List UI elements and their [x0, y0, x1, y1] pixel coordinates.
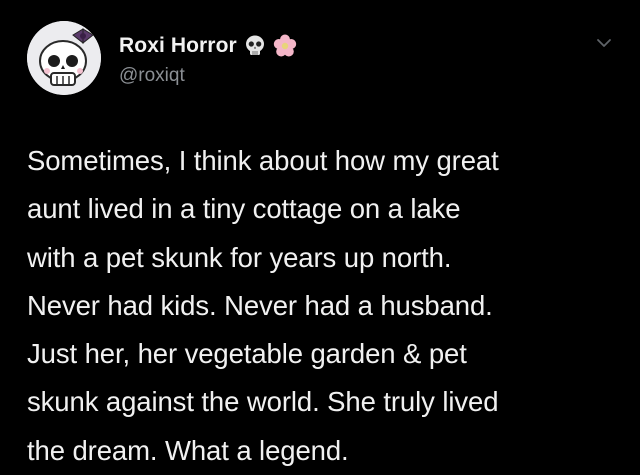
author-handle[interactable]: @roxiqt — [119, 65, 185, 87]
skull-avatar-icon — [27, 21, 101, 95]
tweet-text-line: with a pet skunk for years up north. — [27, 241, 452, 273]
tweet-card: Roxi Horror @roxiqt Sometimes, I think a… — [0, 0, 640, 466]
flower-emoji-icon — [273, 34, 297, 58]
tweet-text: Sometimes, I think about how my great au… — [27, 137, 627, 475]
tweet-text-line: aunt lived in a tiny cottage on a lake — [27, 193, 461, 225]
display-name[interactable]: Roxi Horror — [119, 34, 237, 58]
tweet-text-line: Just her, her vegetable garden & pet — [27, 338, 467, 370]
tweet-text-line: the dream. What a legend. — [27, 434, 349, 466]
avatar[interactable] — [27, 21, 101, 95]
tweet-text-line: Sometimes, I think about how my great — [27, 145, 499, 176]
chevron-down-icon[interactable] — [594, 33, 614, 53]
tweet-text-line: skunk against the world. She truly lived — [27, 386, 499, 418]
skull-emoji-icon — [243, 34, 267, 58]
tweet-text-line: Never had kids. Never had a husband. — [27, 289, 493, 321]
author-name-row: Roxi Horror — [119, 31, 297, 61]
